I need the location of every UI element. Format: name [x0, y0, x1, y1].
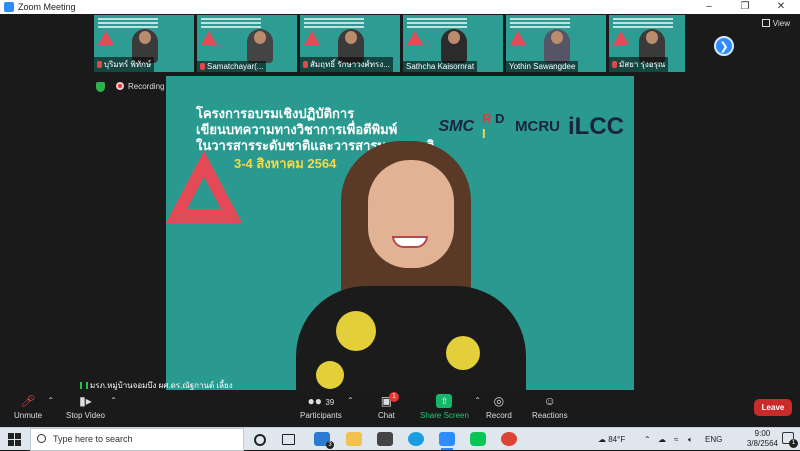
ruler-triangle-graphic [166, 151, 242, 223]
share-options-caret[interactable]: ⌃ [474, 396, 481, 405]
meeting-toolbar: 🎤︎ Unmute ⌃ ▮▸ Stop Video ⌃ ●● 39 Partic… [0, 390, 800, 427]
notification-center-icon[interactable]: 1 [782, 432, 798, 448]
participant-tile[interactable]: Samatchayar(... [197, 15, 297, 72]
participants-button[interactable]: ●● 39 Participants ⌃ [300, 394, 354, 420]
volume-icon[interactable]: 🔈︎ [688, 428, 693, 451]
record-dot-icon [116, 82, 124, 90]
mail-icon[interactable]: 3 [314, 432, 334, 449]
maximize-button[interactable]: ❐ [730, 0, 760, 14]
encryption-shield-icon[interactable] [96, 82, 105, 92]
participant-video [247, 29, 273, 63]
participant-tile[interactable]: สัมฤทธิ์ รักษาวงศ์ทรง... [300, 15, 400, 72]
ilcc-logo: iLCC [568, 112, 624, 140]
participant-name: สัมฤทธิ์ รักษาวงศ์ทรง... [300, 57, 393, 72]
record-icon: ◎ [493, 394, 505, 408]
title-bar: Zoom Meeting – ❐ ✕ [0, 0, 800, 14]
unmute-button[interactable]: 🎤︎ Unmute ⌃ [14, 394, 54, 420]
windows-start-button[interactable] [8, 433, 21, 446]
taskbar-clock[interactable]: 9:00 3/8/2564 [747, 429, 778, 449]
leave-button[interactable]: Leave [754, 399, 792, 416]
participant-tile[interactable]: Sathcha Kaisornrat [403, 15, 503, 72]
taskbar-search-box[interactable]: Type here to search [30, 428, 244, 451]
chevron-right-icon: ❯ [719, 41, 729, 53]
line-app-icon[interactable] [470, 432, 486, 446]
video-options-caret[interactable]: ⌃ [110, 396, 117, 405]
close-button[interactable]: ✕ [766, 0, 796, 14]
windows-taskbar: Type here to search 3 ☁ 84°F ⌃ ☁ ≈ 🔈︎ EN… [0, 427, 800, 451]
participant-tile[interactable]: Yothin Sawangdee [506, 15, 606, 72]
task-view-icon[interactable] [282, 434, 295, 445]
zoom-app-icon [4, 2, 14, 12]
cloud-icon: ☁ [598, 435, 606, 444]
mic-off-icon: 🎤︎ [20, 394, 36, 408]
participant-name: Samatchayar(... [197, 61, 267, 72]
mail-badge: 3 [326, 441, 334, 449]
participant-name: บุริมทร์ พิทักษ์ [94, 57, 155, 72]
smiley-icon: ☺ [543, 394, 556, 408]
mcru-logo: MCRU [515, 118, 560, 135]
participant-tile[interactable]: บุริมทร์ พิทักษ์ [94, 15, 194, 72]
meeting-stage: บุริมทร์ พิทักษ์ Samatchayar(... สัมฤทธิ… [0, 14, 800, 391]
muted-mic-icon [200, 63, 205, 70]
participant-name: Sathcha Kaisornrat [403, 61, 478, 72]
video-camera-icon: ▮▸ [79, 394, 92, 408]
wifi-icon[interactable]: ≈ [674, 428, 678, 451]
stop-video-button[interactable]: ▮▸ Stop Video ⌃ [66, 394, 117, 420]
weather-widget[interactable]: ☁ 84°F [598, 428, 625, 451]
cloud-sync-icon[interactable]: ☁ [658, 428, 666, 451]
cortana-icon[interactable] [254, 434, 266, 446]
active-speaker-video: โครงการอบรมเชิงปฏิบัติการ เขียนบทความทาง… [166, 76, 634, 391]
speaker-portrait [296, 136, 526, 391]
zoom-taskbar-icon[interactable] [439, 432, 455, 450]
participant-name: Yothin Sawangdee [506, 61, 579, 72]
share-screen-button[interactable]: ⇧ Share Screen ⌃ [420, 394, 481, 420]
participants-icon: ●● 39 [307, 394, 335, 408]
audio-options-caret[interactable]: ⌃ [47, 396, 54, 405]
tray-overflow-icon[interactable]: ⌃ [644, 428, 651, 451]
window-title: Zoom Meeting [18, 2, 76, 12]
participant-video [441, 29, 467, 63]
record-button[interactable]: ◎ Record [486, 394, 512, 420]
reactions-button[interactable]: ☺ Reactions [532, 394, 568, 420]
chat-unread-badge: 1 [389, 392, 399, 402]
language-indicator[interactable]: ENG [705, 428, 722, 451]
participants-options-caret[interactable]: ⌃ [347, 396, 354, 405]
grid-view-icon [761, 19, 770, 27]
gallery-strip: บุริมทร์ พิทักษ์ Samatchayar(... สัมฤทธิ… [94, 15, 685, 72]
audio-level-icon [80, 382, 88, 389]
view-button[interactable]: View [761, 19, 790, 28]
muted-mic-icon [612, 61, 617, 68]
search-icon [37, 434, 46, 443]
gallery-next-button[interactable]: ❯ [714, 36, 734, 56]
muted-mic-icon [303, 61, 308, 68]
recording-indicator[interactable]: Recording [116, 82, 164, 91]
participant-video [544, 29, 570, 63]
chat-button[interactable]: ▣ 1 Chat [378, 392, 399, 420]
participant-tile[interactable]: มัสยา รุ่งอรุณ [609, 15, 685, 72]
muted-mic-icon [97, 61, 102, 68]
file-explorer-icon[interactable] [346, 432, 362, 446]
edge-browser-icon[interactable] [408, 432, 424, 446]
participant-name: มัสยา รุ่งอรุณ [609, 57, 669, 72]
store-icon[interactable] [377, 432, 393, 446]
share-screen-icon: ⇧ [436, 394, 453, 408]
minimize-button[interactable]: – [694, 0, 724, 14]
chrome-browser-icon[interactable] [501, 432, 517, 446]
smc-logo: SMC [438, 117, 474, 135]
